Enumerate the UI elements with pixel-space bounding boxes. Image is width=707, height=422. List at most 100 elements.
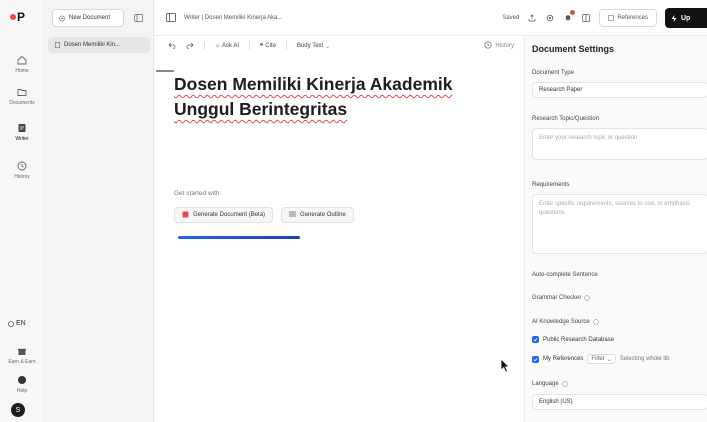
globe-icon (8, 320, 14, 327)
rail-item-history-label: History (14, 174, 30, 180)
language-label: EN (16, 320, 26, 327)
checkbox-checked-icon[interactable] (532, 355, 539, 363)
history-icon (484, 41, 492, 51)
my-references-option[interactable]: My References Filter ⌄ Selecting whole l… (532, 354, 669, 364)
title-line-2: Unggul Berintegritas (174, 99, 348, 119)
language-label: Language (532, 381, 568, 387)
document-icon (54, 42, 60, 48)
language-select[interactable]: English (US) (532, 394, 707, 410)
text-style-select[interactable]: Body Text ⌄ (297, 43, 330, 50)
toolbar-divider (204, 42, 205, 50)
document-type-select[interactable]: Research Paper (532, 82, 707, 98)
notification-icon[interactable] (563, 10, 576, 23)
rail-item-home[interactable]: Home (0, 54, 44, 74)
left-rail: P Home Documents Writer History EN Earn … (0, 0, 44, 422)
plus-icon (59, 15, 65, 21)
grammar-checker-label[interactable]: Grammar Checker (532, 295, 590, 301)
new-document-button[interactable]: New Document (52, 9, 124, 27)
requirements-label: Requirements (532, 182, 570, 188)
generate-document-label: Generate Document (Beta) (193, 212, 266, 218)
new-document-label: New Document (69, 15, 111, 21)
sparkle-icon: ✧ (215, 43, 221, 50)
rail-item-writer[interactable]: Writer (0, 122, 44, 142)
info-icon (593, 319, 599, 325)
ask-ai-button[interactable]: ✧ Ask AI (215, 43, 239, 50)
requirements-input[interactable]: Enter specific requirements, sources to … (532, 194, 707, 254)
document-editor[interactable]: Dosen Memiliki Kinerja Akademik Unggul B… (154, 56, 524, 422)
history-button[interactable]: History (484, 41, 514, 51)
cite-label: Cite (265, 43, 276, 49)
avatar[interactable]: S (11, 403, 25, 417)
cite-button[interactable]: ❞ Cite (260, 43, 276, 50)
upgrade-button[interactable]: Up (665, 8, 707, 28)
rail-item-writer-label: Writer (15, 136, 29, 142)
help-icon (16, 374, 28, 386)
info-icon (584, 295, 590, 301)
toolbar-divider (285, 42, 287, 50)
knowledge-source-text: AI Knowledge Source (532, 319, 590, 325)
top-bar: Writer | Dosen Memiliki Kinerja Aka... S… (154, 0, 707, 36)
requirements-placeholder: Enter specific requirements, sources to … (539, 201, 691, 216)
panel-icon[interactable] (166, 13, 176, 22)
references-label: References (617, 15, 648, 21)
chevron-down-icon: ⌄ (325, 43, 331, 50)
document-settings-panel: Document Settings Document Type Research… (524, 36, 707, 422)
checkbox-checked-icon[interactable] (532, 336, 539, 343)
auto-complete-label[interactable]: Auto-complete Sentence (532, 272, 598, 278)
document-type-label: Document Type (532, 70, 574, 76)
breadcrumb: Writer | Dosen Memiliki Kinerja Aka... (166, 13, 283, 22)
research-topic-input[interactable]: Enter your research topic or question (532, 128, 707, 160)
document-list-item-label: Dosen Memiliki Kin... (64, 42, 121, 48)
my-references-label: My References (543, 356, 584, 362)
auto-complete-text: Auto-complete Sentence (532, 272, 598, 278)
language-switch[interactable]: EN (8, 320, 26, 327)
undo-icon[interactable] (168, 42, 176, 51)
progress-underline (178, 236, 300, 239)
logo-text: P (17, 10, 26, 24)
clock-icon (16, 160, 28, 172)
text-cursor (156, 70, 174, 72)
public-database-option[interactable]: Public Research Database (532, 336, 614, 343)
folder-icon (16, 86, 28, 98)
references-button[interactable]: References (599, 9, 657, 27)
gift-icon (16, 345, 28, 357)
book-icon (608, 15, 615, 21)
settings-title: Document Settings (532, 44, 615, 54)
documents-panel: New Document Dosen Memiliki Kin... (44, 0, 154, 422)
breadcrumb-root[interactable]: Writer (184, 15, 200, 21)
document-title[interactable]: Dosen Memiliki Kinerja Akademik Unggul B… (174, 72, 504, 122)
share-icon[interactable] (527, 13, 537, 23)
rail-item-help-label: Help (16, 388, 28, 394)
app-logo[interactable]: P (10, 10, 25, 24)
research-topic-placeholder: Enter your research topic or question (539, 135, 638, 141)
document-list-item[interactable]: Dosen Memiliki Kin... (48, 37, 150, 53)
mouse-pointer-icon (500, 358, 511, 375)
research-topic-label: Research Topic/Question (532, 116, 599, 122)
rail-item-help[interactable]: Help (0, 374, 44, 394)
upgrade-label: Up (681, 14, 691, 22)
notification-badge (570, 10, 576, 15)
rail-item-earn[interactable]: Earn & Earn (0, 345, 44, 365)
list-icon (289, 211, 297, 219)
settings-gear-icon[interactable] (545, 13, 555, 23)
lightning-icon (671, 14, 677, 22)
quote-icon: ❞ (260, 43, 264, 50)
rail-item-history[interactable]: History (0, 160, 44, 180)
generate-document-button[interactable]: Generate Document (Beta) (174, 207, 274, 223)
rail-item-documents[interactable]: Documents (0, 86, 44, 106)
generate-actions: Generate Document (Beta) Generate Outlin… (174, 207, 354, 223)
language-value: English (US) (539, 399, 573, 405)
rail-item-documents-label: Documents (9, 100, 35, 106)
grammar-checker-text: Grammar Checker (532, 295, 582, 301)
collapse-panel-button[interactable] (132, 12, 144, 24)
filter-select[interactable]: Filter ⌄ (587, 354, 616, 364)
rail-item-earn-label: Earn & Earn (8, 359, 36, 365)
rail-item-home-label: Home (15, 68, 29, 74)
document-icon (182, 211, 189, 220)
redo-icon[interactable] (186, 42, 194, 51)
generate-outline-button[interactable]: Generate Outline (281, 207, 354, 223)
layout-icon[interactable] (581, 13, 591, 23)
generate-outline-label: Generate Outline (300, 212, 346, 218)
history-label: History (495, 43, 514, 49)
top-actions: Saved References Up (502, 8, 707, 28)
